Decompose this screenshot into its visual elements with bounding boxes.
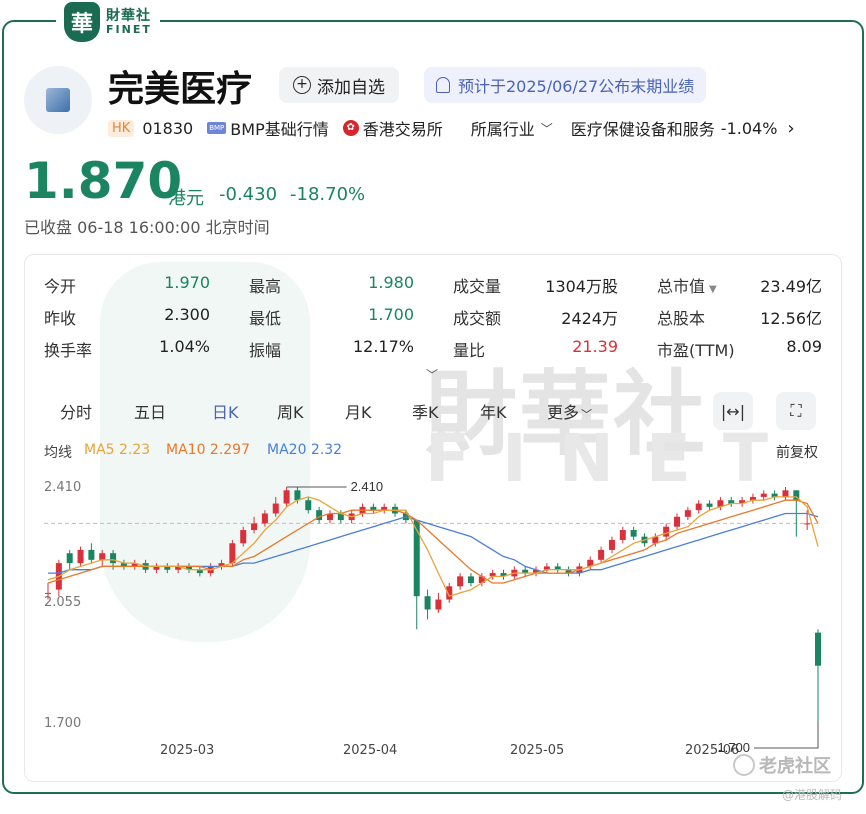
max-price-label: 2.410 xyxy=(351,479,384,494)
ma5-line xyxy=(47,496,819,597)
candle-body xyxy=(110,553,117,564)
candle-body xyxy=(760,493,767,497)
ma20-line xyxy=(48,512,819,574)
ma10-line xyxy=(47,499,819,584)
candle-body xyxy=(684,510,691,517)
tiger-icon xyxy=(733,754,755,776)
candle-body xyxy=(229,543,236,564)
min-leader xyxy=(754,722,819,749)
tiger-community-watermark: 老虎社区 xyxy=(733,752,831,778)
kline-chart[interactable]: 2.410 1.700 xyxy=(0,0,866,814)
candle-body xyxy=(804,523,811,525)
candle-body xyxy=(66,553,73,564)
candle-body xyxy=(305,500,312,511)
candle-body xyxy=(88,549,95,560)
author-handle: @港股解码 xyxy=(782,788,843,802)
candle-body xyxy=(77,549,84,564)
candle-body xyxy=(663,526,670,537)
candle-body xyxy=(435,599,442,610)
candle-body xyxy=(598,549,605,560)
candle-body xyxy=(619,530,626,540)
community-name: 老虎社区 xyxy=(759,756,831,777)
candle-body xyxy=(261,513,268,524)
candle-body xyxy=(99,553,106,560)
candle-body xyxy=(272,503,279,514)
candle-body xyxy=(706,503,713,507)
candle-body xyxy=(467,576,474,583)
candle-body xyxy=(424,596,431,610)
candle-body xyxy=(283,490,290,504)
candle-body xyxy=(674,516,681,527)
candle-body xyxy=(251,523,258,531)
candle-body xyxy=(630,530,637,537)
candle-body xyxy=(45,592,51,594)
candle-body xyxy=(413,520,420,597)
candle-body xyxy=(294,490,301,501)
extreme-annotations: 2.410 1.700 xyxy=(286,479,819,755)
candle-body xyxy=(608,539,615,550)
candle-body xyxy=(695,503,702,511)
candle-body xyxy=(457,576,464,587)
candles-group xyxy=(45,487,821,722)
candle-body xyxy=(815,632,821,666)
candle-body xyxy=(782,490,789,497)
candle-body xyxy=(240,530,247,544)
